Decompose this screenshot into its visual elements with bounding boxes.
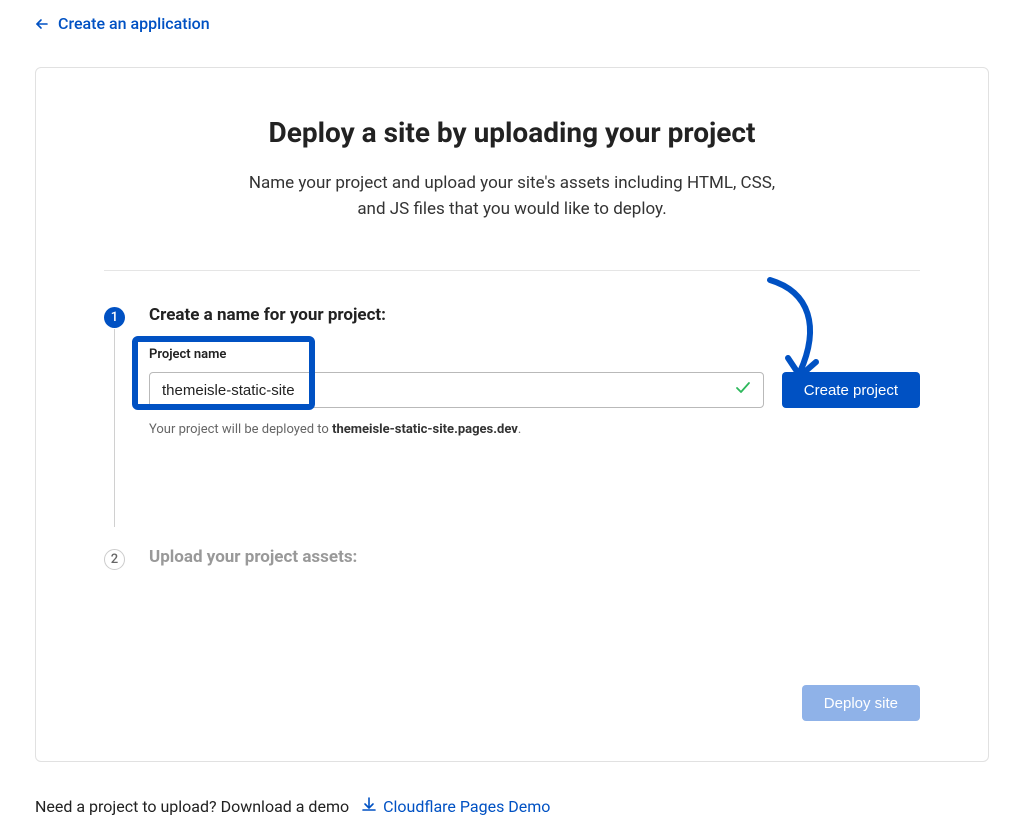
page-subtitle: Name your project and upload your site's… [242, 171, 782, 222]
back-link[interactable]: Create an application [0, 0, 244, 47]
helper-domain: themeisle-static-site.pages.dev [332, 422, 518, 437]
create-project-button[interactable]: Create project [782, 372, 920, 408]
footer-prompt: Need a project to upload? Download a dem… [35, 797, 349, 816]
project-name-input[interactable] [149, 372, 764, 408]
step-2-badge: 2 [104, 549, 125, 570]
step-1-row: 1 Create a name for your project: Projec… [104, 305, 920, 437]
demo-download-link[interactable]: Cloudflare Pages Demo [361, 796, 550, 816]
arrow-left-icon [34, 16, 50, 32]
helper-suffix: . [518, 422, 521, 437]
deploy-card: Deploy a site by uploading your project … [35, 67, 989, 762]
download-icon [361, 796, 377, 816]
deploy-site-button[interactable]: Deploy site [802, 685, 920, 721]
step-2-number: 2 [111, 552, 118, 567]
divider [104, 270, 920, 271]
step-1-number: 1 [111, 310, 118, 325]
step-2-title: Upload your project assets: [149, 547, 920, 567]
checkmark-icon [734, 379, 752, 401]
step-2-row: 2 Upload your project assets: [104, 547, 920, 589]
step-connector [114, 329, 115, 527]
step-1-title: Create a name for your project: [149, 305, 920, 325]
deploy-url-helper: Your project will be deployed to themeis… [149, 422, 920, 437]
footer: Need a project to upload? Download a dem… [0, 762, 1024, 816]
page-title: Deploy a site by uploading your project [104, 116, 920, 149]
project-name-label: Project name [149, 347, 764, 362]
demo-link-label: Cloudflare Pages Demo [383, 797, 550, 816]
helper-prefix: Your project will be deployed to [149, 422, 332, 437]
step-1-badge: 1 [104, 307, 125, 328]
deploy-site-button-label: Deploy site [824, 695, 898, 712]
create-project-button-label: Create project [804, 382, 898, 399]
back-link-label: Create an application [58, 14, 210, 33]
